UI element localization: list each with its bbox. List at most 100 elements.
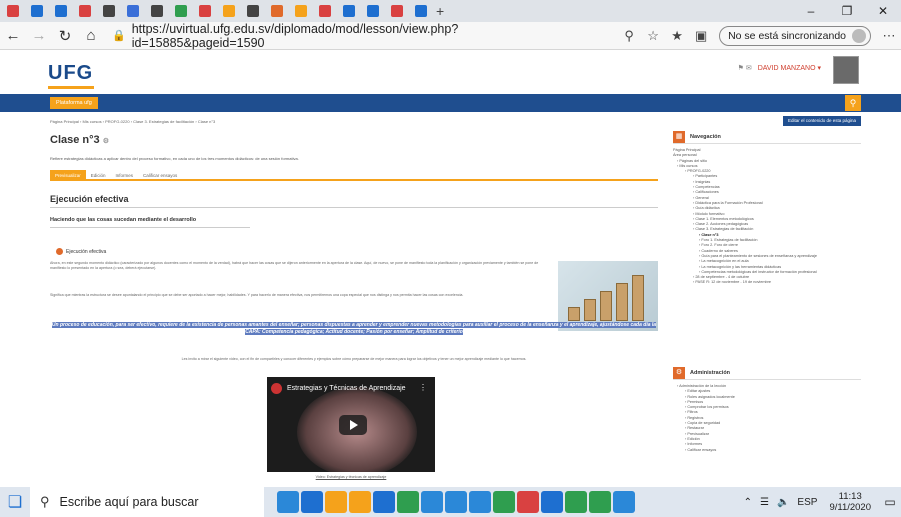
browser-tab[interactable] bbox=[194, 2, 216, 20]
tab-favicon-icon bbox=[343, 5, 355, 17]
video-caption-link[interactable]: Video: Estrategias y técnicas de aprendi… bbox=[267, 475, 435, 479]
taskbar-app-icon[interactable] bbox=[589, 491, 611, 513]
browser-tab[interactable] bbox=[170, 2, 192, 20]
play-button[interactable] bbox=[339, 415, 367, 435]
browser-tab[interactable] bbox=[2, 2, 24, 20]
collections-icon[interactable]: ▣ bbox=[689, 28, 713, 44]
sync-button[interactable]: No se está sincronizando bbox=[719, 26, 871, 46]
site-header: UFG ⚑ ✉ DAVID MANZANO ▾ bbox=[0, 50, 901, 94]
taskbar-app-icon[interactable] bbox=[325, 491, 347, 513]
user-avatar[interactable] bbox=[833, 56, 859, 84]
close-button[interactable]: ✕ bbox=[865, 0, 901, 22]
browser-tab[interactable] bbox=[98, 2, 120, 20]
taskbar-app-icon[interactable] bbox=[517, 491, 539, 513]
favorite-star-icon[interactable]: ☆ bbox=[641, 28, 665, 44]
lesson-paragraph: Ahora, en este segundo momento didáctico… bbox=[50, 261, 539, 270]
url-field[interactable]: 🔒 https://uvirtual.ufg.edu.sv/diplomado/… bbox=[112, 22, 582, 50]
favorites-icon[interactable]: ★ bbox=[665, 28, 689, 44]
lock-icon: 🔒 bbox=[112, 30, 126, 42]
navigation-title: Navegación bbox=[690, 133, 721, 140]
taskbar-app-icon[interactable] bbox=[469, 491, 491, 513]
tab-favicon-icon bbox=[55, 5, 67, 17]
tab-favicon-icon bbox=[391, 5, 403, 17]
taskbar-app-icon[interactable] bbox=[277, 491, 299, 513]
gear-icon[interactable]: ⚙ bbox=[103, 138, 109, 145]
more-icon[interactable]: ⋯ bbox=[877, 28, 901, 44]
zoom-icon[interactable]: ⚲ bbox=[617, 28, 641, 44]
administration-title: Administración bbox=[690, 369, 731, 376]
volume-icon[interactable]: 🔈 bbox=[777, 497, 789, 508]
tab-reports[interactable]: Informes bbox=[111, 170, 139, 179]
taskbar-app-icon[interactable] bbox=[565, 491, 587, 513]
administration-item[interactable]: › Calificar ensayos bbox=[673, 448, 861, 453]
section-title: Ejecución efectiva bbox=[50, 194, 129, 204]
taskbar-app-icon[interactable] bbox=[541, 491, 563, 513]
refresh-icon[interactable]: ↻ bbox=[52, 27, 78, 45]
address-bar: ← → ↻ ⌂ 🔒 https://uvirtual.ufg.edu.sv/di… bbox=[0, 22, 901, 50]
notifications-icon[interactable]: ⚑ ✉ bbox=[738, 64, 752, 72]
back-icon[interactable]: ← bbox=[0, 27, 26, 44]
video-player[interactable]: Estrategias y Técnicas de Aprendizaje ⋮ bbox=[267, 377, 435, 472]
system-tray: ⌃ ☰ 🔈 ESP 11:13 9/11/2020 ▭ bbox=[740, 487, 901, 517]
taskbar-app-icon[interactable] bbox=[493, 491, 515, 513]
browser-tab[interactable] bbox=[146, 2, 168, 20]
taskbar-apps bbox=[276, 491, 636, 513]
browser-tab[interactable] bbox=[362, 2, 384, 20]
window-controls: – ❐ ✕ bbox=[793, 0, 901, 22]
sitemap-icon: ▦ bbox=[673, 130, 685, 143]
minimize-button[interactable]: – bbox=[793, 0, 829, 22]
tab-favicon-icon bbox=[247, 5, 259, 17]
taskbar-app-icon[interactable] bbox=[349, 491, 371, 513]
browser-tab[interactable] bbox=[26, 2, 48, 20]
browser-tab[interactable] bbox=[122, 2, 144, 20]
bullet-label: Ejecución efectiva bbox=[66, 249, 107, 255]
browser-tab[interactable] bbox=[74, 2, 96, 20]
browser-tab[interactable] bbox=[338, 2, 360, 20]
windows-start-icon[interactable]: ❏ bbox=[0, 492, 30, 512]
browser-tab[interactable] bbox=[242, 2, 264, 20]
browser-tab[interactable] bbox=[386, 2, 408, 20]
new-tab-button[interactable]: + bbox=[436, 3, 452, 19]
language-indicator[interactable]: ESP bbox=[797, 497, 817, 508]
navigation-block: ▦ Navegación Página Principal Área persona… bbox=[673, 130, 861, 286]
browser-tab[interactable] bbox=[290, 2, 312, 20]
browser-tab[interactable] bbox=[314, 2, 336, 20]
tab-grade-essays[interactable]: Calificar ensayos bbox=[138, 170, 182, 179]
user-menu[interactable]: ⚑ ✉ DAVID MANZANO ▾ bbox=[738, 64, 821, 73]
tab-edit[interactable]: Edición bbox=[86, 170, 111, 179]
taskbar-app-icon[interactable] bbox=[373, 491, 395, 513]
tab-preview[interactable]: Previsualizar bbox=[50, 170, 86, 179]
maximize-button[interactable]: ❐ bbox=[829, 0, 865, 22]
taskbar-app-icon[interactable] bbox=[421, 491, 443, 513]
edit-page-button[interactable]: Editar el contenido de esta página bbox=[782, 116, 861, 126]
tab-favicon-icon bbox=[319, 5, 331, 17]
sync-label: No se está sincronizando bbox=[728, 30, 846, 42]
browser-tab[interactable] bbox=[218, 2, 240, 20]
browser-tab[interactable] bbox=[266, 2, 288, 20]
taskbar-app-icon[interactable] bbox=[613, 491, 635, 513]
video-menu-icon[interactable]: ⋮ bbox=[419, 383, 427, 392]
chevron-up-icon[interactable]: ⌃ bbox=[744, 497, 752, 508]
tab-favicon-icon bbox=[151, 5, 163, 17]
network-icon[interactable]: ☰ bbox=[760, 497, 769, 508]
home-icon[interactable]: ⌂ bbox=[78, 27, 104, 44]
taskbar-app-icon[interactable] bbox=[301, 491, 323, 513]
taskbar-search-box[interactable]: ⚲ Escribe aquí para buscar bbox=[30, 487, 264, 517]
browser-tab[interactable] bbox=[50, 2, 72, 20]
breadcrumb[interactable]: Página Principal › Mis cursos › PROFG-02… bbox=[50, 119, 215, 124]
tab-favicon-icon bbox=[127, 5, 139, 17]
notifications-icon[interactable]: ▭ bbox=[879, 495, 901, 509]
taskbar-app-icon[interactable] bbox=[397, 491, 419, 513]
site-logo[interactable]: UFG bbox=[48, 62, 94, 89]
windows-taskbar: ❏ ⚲ Escribe aquí para buscar ⌃ ☰ 🔈 ESP 1… bbox=[0, 487, 901, 517]
channel-avatar bbox=[271, 383, 282, 394]
video-intro-note: Les invito a mirar el siguiente video, c… bbox=[181, 357, 527, 361]
browser-tab[interactable] bbox=[410, 2, 432, 20]
navigation-item[interactable]: › PASE R: 12 de noviembre - 19 de noviem… bbox=[673, 280, 861, 285]
taskbar-app-icon[interactable] bbox=[445, 491, 467, 513]
search-icon[interactable]: ⚲ bbox=[845, 95, 861, 111]
forward-icon[interactable]: → bbox=[26, 27, 52, 44]
clock[interactable]: 11:13 9/11/2020 bbox=[829, 491, 871, 513]
administration-tree: › Administración de la lección › Editar a… bbox=[673, 384, 861, 453]
home-link[interactable]: Plataforma ufg bbox=[50, 97, 98, 109]
